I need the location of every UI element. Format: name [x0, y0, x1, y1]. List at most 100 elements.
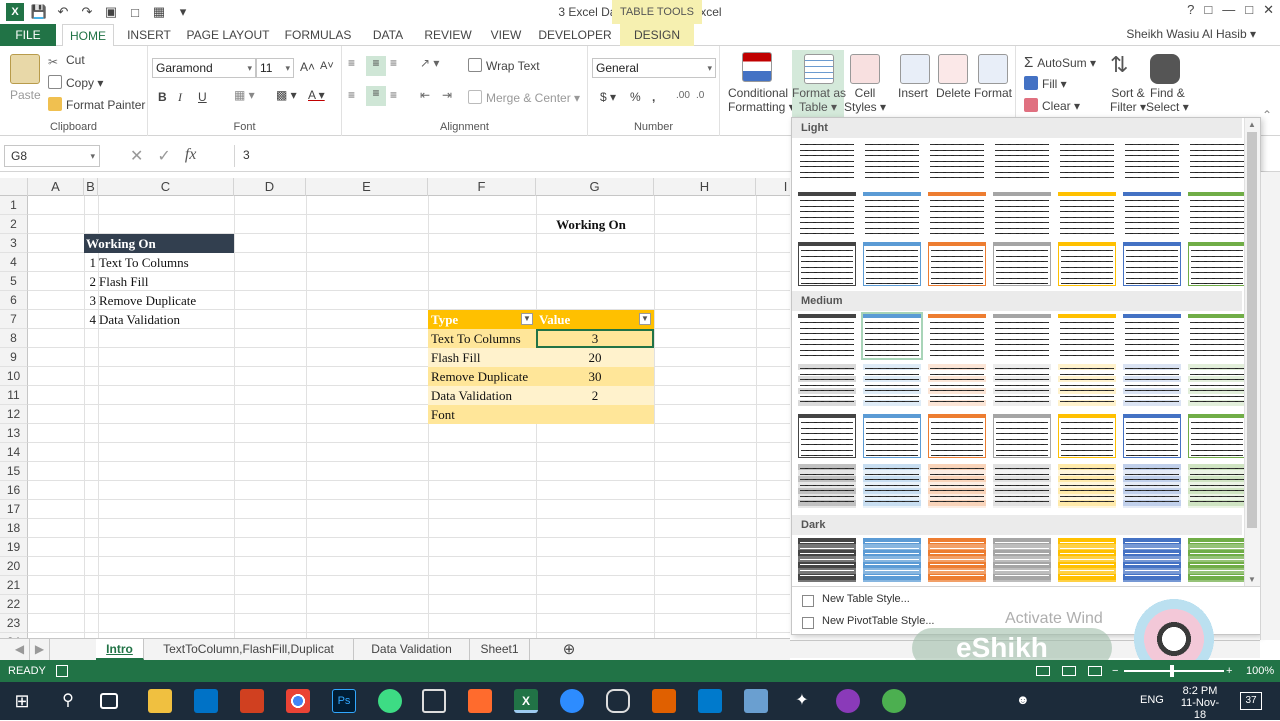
format-as-table-button[interactable]: Format as Table ▾ [792, 86, 846, 114]
formula-input[interactable]: 3 [234, 145, 794, 167]
filter-dropdown-icon[interactable]: ▼ [521, 313, 533, 325]
autosum-button[interactable]: Σ AutoSum ▾ [1024, 54, 1096, 71]
excel-taskbar-icon[interactable]: X [514, 689, 538, 713]
snipping-icon[interactable] [606, 689, 630, 713]
zoom-out-button[interactable]: − [1112, 660, 1118, 682]
table-cell-value[interactable]: 30 [536, 367, 654, 386]
table-style-swatch[interactable] [1123, 364, 1181, 408]
insert-cells-button[interactable]: Insert [898, 86, 928, 100]
bottom-align-icon[interactable]: ≡ [390, 56, 397, 70]
normal-view-icon[interactable] [1036, 666, 1050, 676]
table-style-swatch[interactable] [1188, 364, 1246, 408]
zoom-slider-thumb[interactable] [1170, 665, 1174, 677]
clock[interactable]: 8:2 PM 11-Nov-18 [1176, 685, 1224, 721]
bold-button[interactable]: B [158, 90, 167, 104]
column-header-c[interactable]: C [98, 178, 234, 196]
table-style-swatch[interactable] [993, 464, 1051, 508]
filter-dropdown-icon[interactable]: ▼ [639, 313, 651, 325]
tab-design[interactable]: DESIGN [620, 24, 694, 46]
list-header[interactable]: Working On [84, 234, 234, 253]
sublime-icon[interactable] [652, 689, 676, 713]
comma-button[interactable]: , [652, 90, 655, 104]
font-size-combo[interactable]: 11 ▾ [256, 58, 294, 78]
help-button[interactable]: ? [1187, 2, 1194, 18]
column-header-d[interactable]: D [234, 178, 306, 196]
merge-center-button[interactable]: Merge & Center ▾ [468, 90, 580, 105]
table-style-swatch[interactable] [863, 192, 921, 236]
insert-function-icon[interactable]: fx [185, 146, 197, 166]
table-header-value[interactable]: Value ▼ [536, 310, 654, 329]
column-header-a[interactable]: A [28, 178, 84, 196]
scroll-thumb[interactable] [1247, 132, 1257, 528]
table-style-swatch[interactable] [1188, 414, 1246, 458]
row-header[interactable]: 14 [0, 443, 28, 462]
align-left-icon[interactable]: ≡ [348, 88, 355, 102]
clear-button[interactable]: Clear ▾ [1024, 98, 1080, 113]
row-header[interactable]: 18 [0, 519, 28, 538]
table-style-swatch[interactable] [993, 538, 1051, 582]
row-header[interactable]: 1 [0, 196, 28, 215]
row-header[interactable]: 10 [0, 367, 28, 386]
table-style-swatch[interactable] [1123, 314, 1181, 358]
table-style-swatch[interactable] [993, 140, 1051, 184]
row-header[interactable]: 13 [0, 424, 28, 443]
table-style-swatch[interactable] [993, 314, 1051, 358]
paste-icon[interactable] [10, 54, 40, 84]
table-style-swatch[interactable] [1123, 140, 1181, 184]
name-box[interactable]: G8 ▾ [4, 145, 100, 167]
row-header[interactable]: 2 [0, 215, 28, 234]
table-style-swatch[interactable] [1188, 242, 1246, 286]
align-right-icon[interactable]: ≡ [390, 88, 397, 102]
table-style-swatch[interactable] [1058, 414, 1116, 458]
row-header[interactable]: 9 [0, 348, 28, 367]
top-align-icon[interactable]: ≡ [348, 56, 355, 70]
cell-styles-button[interactable]: Cell Styles ▾ [844, 86, 886, 114]
table-style-swatch[interactable] [993, 242, 1051, 286]
column-header-h[interactable]: H [654, 178, 756, 196]
increase-indent-icon[interactable]: ⇥ [442, 88, 452, 102]
table-style-swatch[interactable] [798, 242, 856, 286]
select-all-corner[interactable] [0, 178, 28, 196]
table-style-swatch[interactable] [798, 538, 856, 582]
table-cell-value-selected[interactable]: 3 [536, 329, 654, 348]
format-cells-button[interactable]: Format [974, 86, 1012, 100]
outlook-icon[interactable] [194, 689, 218, 713]
table-style-swatch[interactable] [1188, 192, 1246, 236]
list-item-text[interactable]: Data Validation [98, 310, 234, 329]
table-style-swatch[interactable] [1058, 364, 1116, 408]
shrink-font-button[interactable]: A˅ [320, 60, 334, 72]
table-style-swatch[interactable] [1058, 538, 1116, 582]
collapse-ribbon-icon[interactable]: ⌃ [1262, 108, 1272, 122]
people-icon[interactable]: ☻ [1016, 692, 1030, 707]
tab-formulas[interactable]: FORMULAS [280, 24, 356, 46]
tab-insert[interactable]: INSERT [122, 24, 176, 46]
decrease-indent-icon[interactable]: ⇤ [420, 88, 430, 102]
increase-decimal-icon[interactable]: .00 [676, 90, 690, 101]
borders-icon[interactable]: ▦ ▾ [234, 88, 255, 102]
table-cell-value[interactable]: 20 [536, 348, 654, 367]
table-style-swatch[interactable] [928, 364, 986, 408]
sheet-tab-texttocolumn[interactable]: TextToColumn,FlashFill,Duplicat [144, 639, 354, 660]
column-header-i[interactable]: I [756, 178, 790, 196]
row-header[interactable]: 8 [0, 329, 28, 348]
ribbon-display-button[interactable]: □ [1204, 2, 1212, 18]
tab-page-layout[interactable]: PAGE LAYOUT [184, 24, 272, 46]
row-header[interactable]: 7 [0, 310, 28, 329]
table-style-swatch[interactable] [1058, 140, 1116, 184]
table-style-swatch[interactable] [1058, 314, 1116, 358]
row-header[interactable]: 12 [0, 405, 28, 424]
column-header-b[interactable]: B [84, 178, 98, 196]
tab-file[interactable]: FILE [0, 24, 56, 46]
colorful-app-icon[interactable] [882, 689, 906, 713]
new-table-style-item[interactable]: New Table Style... [822, 593, 910, 605]
table-style-swatch[interactable] [928, 538, 986, 582]
zoom-slider[interactable] [1124, 670, 1224, 672]
zoom-app-icon[interactable] [560, 689, 584, 713]
table-style-swatch[interactable] [928, 464, 986, 508]
cell-g2-title[interactable]: Working On [536, 215, 646, 234]
underline-button[interactable]: U [198, 90, 207, 104]
table-style-swatch[interactable] [1123, 464, 1181, 508]
table-style-swatch[interactable] [928, 140, 986, 184]
acrobat-icon[interactable] [240, 689, 264, 713]
sheet-tab-data-validation[interactable]: Data Validation [354, 639, 470, 660]
